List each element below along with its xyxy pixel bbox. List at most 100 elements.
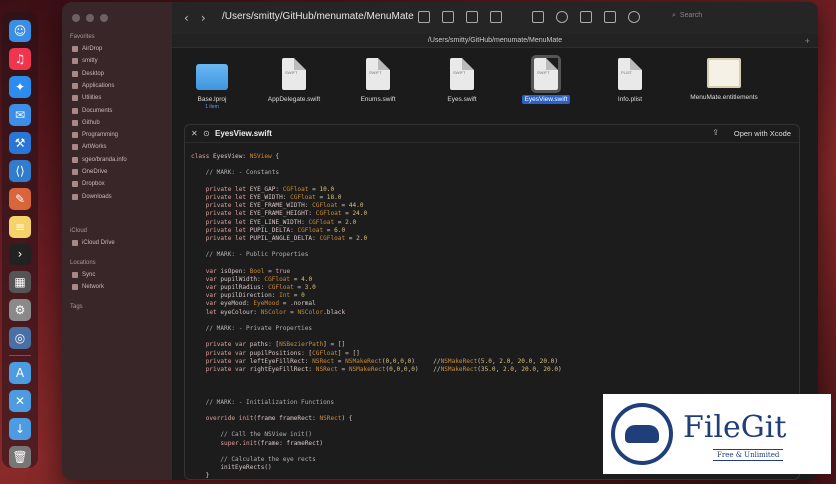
- open-with-xcode-button[interactable]: Open with Xcode: [734, 129, 791, 138]
- quicklook-header: ✕ ⊙ EyesView.swift ⇪ Open with Xcode: [185, 125, 799, 143]
- group-by-icon[interactable]: [532, 11, 544, 23]
- sidebar-item-label: Applications: [82, 82, 115, 89]
- code-line: private var rightEyeFillRect: NSRect = N…: [205, 365, 562, 373]
- close-icon[interactable]: ✕: [191, 129, 198, 138]
- quicklook-icon[interactable]: ◎: [9, 327, 31, 350]
- sidebar-item[interactable]: Downloads: [72, 193, 112, 200]
- sidebar-item[interactable]: sgeo/branda.info: [72, 156, 127, 163]
- sidebar-item-label: Desktop: [82, 70, 105, 77]
- search-field[interactable]: ⌕ Search: [672, 11, 702, 20]
- sidebar-item[interactable]: Dropbox: [72, 181, 105, 188]
- file-type-label: PLIST: [621, 70, 633, 75]
- music-icon[interactable]: ♫: [9, 47, 31, 70]
- file-item[interactable]: SWIFT Eyes.swift: [422, 58, 502, 104]
- code-line: class EyesView: NSView {: [191, 153, 280, 160]
- xcode-icon[interactable]: ⚒: [9, 131, 31, 154]
- swift-file-icon: SWIFT: [450, 58, 474, 90]
- sidebar-section-locations: Locations: [70, 260, 96, 266]
- settings-icon[interactable]: ⚙: [9, 299, 31, 322]
- file-type-label: SWIFT: [453, 70, 466, 75]
- file-item[interactable]: Base.lproj 1 item: [172, 58, 252, 110]
- toolbar-icons: [418, 11, 640, 23]
- trash-icon[interactable]: 🗑: [9, 446, 31, 468]
- file-item[interactable]: SWIFT AppDelegate.swift: [254, 58, 334, 104]
- sidebar-item-label: iCloud Drive: [82, 240, 115, 246]
- sidebar-item-label: Downloads: [82, 193, 112, 200]
- info-icon[interactable]: [556, 11, 568, 23]
- share-icon[interactable]: [580, 11, 592, 23]
- folder-icon: [72, 95, 78, 102]
- icon-view-icon[interactable]: [418, 11, 430, 23]
- dock: ☺ ♫ ✦ ✉ ⚒ ⟨⟩ ✎ ≡ › ▦ ⚙ ◎ A ✕ ↓ 🗑: [2, 12, 38, 468]
- share-icon[interactable]: ⇪: [712, 128, 719, 137]
- code-line: private var leftEyeFillRect: NSRect = NS…: [205, 357, 559, 365]
- sidebar-item[interactable]: Github: [72, 119, 100, 126]
- sidebar-section-favorites: Favorites: [70, 34, 95, 40]
- ruler-icon[interactable]: ✎: [9, 187, 31, 210]
- back-button[interactable]: ‹: [184, 11, 189, 25]
- list-view-icon[interactable]: [442, 11, 454, 23]
- sidebar-item-label: smitty: [82, 58, 98, 65]
- sidebar-item[interactable]: Utilities: [72, 95, 101, 102]
- terminal-icon[interactable]: ›: [9, 243, 31, 266]
- sidebar-item[interactable]: OneDrive: [72, 169, 107, 175]
- sidebar-item[interactable]: Documents: [72, 107, 112, 114]
- gallery-view-icon[interactable]: [490, 11, 502, 23]
- watermark-tagline: Free & Unlimited: [713, 449, 784, 461]
- sidebar-item[interactable]: Desktop: [72, 70, 105, 77]
- code-line: private let PUPIL_ANGLE_DELTA: CGFloat =…: [205, 234, 368, 242]
- close-window-button[interactable]: [72, 14, 80, 22]
- column-view-icon[interactable]: [466, 11, 478, 23]
- fullscreen-icon[interactable]: ⊙: [203, 129, 210, 138]
- file-item[interactable]: SWIFT Enums.swift: [338, 58, 418, 104]
- sidebar-item[interactable]: iCloud Drive: [72, 240, 115, 246]
- file-item[interactable]: MenuMate.entitlements: [684, 58, 764, 102]
- more-actions-icon[interactable]: [628, 11, 640, 23]
- sidebar-item[interactable]: Programming: [72, 132, 119, 139]
- plist-file-icon: PLIST: [618, 58, 642, 90]
- folder-icon: [72, 272, 78, 278]
- swift-file-icon: SWIFT: [366, 58, 390, 90]
- search-icon: ⌕: [672, 11, 676, 19]
- certificate-icon: [707, 58, 741, 88]
- code-line: let eyeColour: NSColor = NSColor.black: [205, 308, 346, 316]
- code-line: private let EYE_WIDTH: CGFloat = 18.0: [205, 193, 342, 201]
- file-item[interactable]: PLIST Info.plist: [590, 58, 670, 104]
- tools-folder-icon[interactable]: ✕: [9, 390, 31, 413]
- folder-icon: [72, 46, 78, 52]
- calculator-icon[interactable]: ▦: [9, 271, 31, 294]
- sidebar-item[interactable]: Applications: [72, 82, 115, 89]
- zoom-window-button[interactable]: [100, 14, 108, 22]
- apps-folder-icon[interactable]: A: [9, 362, 31, 385]
- notes-icon[interactable]: ≡: [9, 215, 31, 238]
- vscode-icon[interactable]: ⟨⟩: [9, 159, 31, 182]
- tag-icon[interactable]: [604, 11, 616, 23]
- sidebar-item-label: Sync: [82, 272, 96, 278]
- finder-icon[interactable]: ☺: [9, 20, 31, 42]
- safari-icon[interactable]: ✦: [9, 75, 31, 98]
- sidebar-item[interactable]: ArtWorks: [72, 144, 107, 151]
- sidebar: Favorites AirDrop smitty Desktop Application…: [62, 2, 172, 480]
- downloads-folder-icon[interactable]: ↓: [9, 418, 31, 441]
- sidebar-item[interactable]: smitty: [72, 58, 98, 65]
- file-type-label: SWIFT: [537, 70, 550, 75]
- add-tab-button[interactable]: +: [805, 36, 810, 46]
- sidebar-item[interactable]: AirDrop: [72, 46, 102, 52]
- sidebar-item-label: Programming: [82, 132, 119, 139]
- mail-icon[interactable]: ✉: [9, 103, 31, 126]
- file-item[interactable]: SWIFT EyesView.swift: [506, 55, 586, 104]
- folder-icon: [72, 119, 78, 126]
- forward-button[interactable]: ›: [201, 11, 206, 25]
- sidebar-item[interactable]: Network: [72, 284, 105, 291]
- folder-icon: [72, 181, 78, 188]
- folder-icon: [72, 169, 78, 175]
- sidebar-item[interactable]: Sync: [72, 272, 95, 278]
- folder-icon: [72, 240, 78, 246]
- code-line: private let EYE_FRAME_HEIGHT: CGFloat = …: [205, 210, 368, 218]
- minimize-window-button[interactable]: [86, 14, 94, 22]
- sidebar-item-label: Network: [82, 284, 105, 291]
- code-line: var pupilWidth: CGFloat = 4.0: [205, 275, 313, 283]
- search-placeholder: Search: [679, 12, 703, 19]
